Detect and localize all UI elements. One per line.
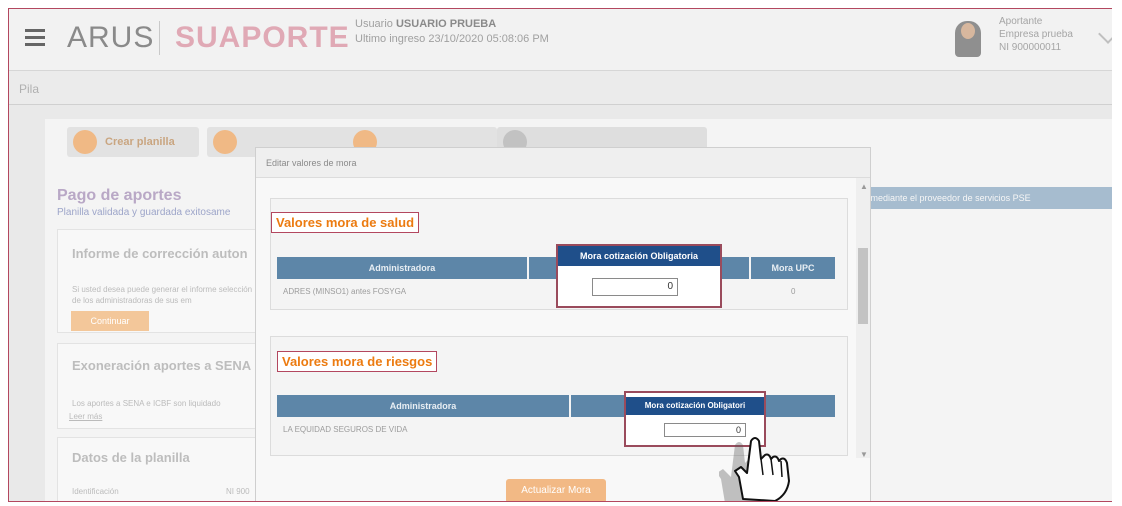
salud-section-title: Valores mora de salud [271,212,420,233]
user-label: Usuario [355,18,393,30]
step-2-number-icon [213,130,237,154]
modal-header: Editar valores de mora [256,148,870,178]
user-info: Usuario USUARIO PRUEBA Ultimo ingreso 23… [355,17,549,47]
page-subtitle: Planilla validada y guardada exitosame [57,207,231,218]
modal-title: Editar valores de mora [266,158,357,168]
riesgos-col-admin: Administradora [277,395,569,417]
sena-exoneration-title: Exoneración aportes a SENA [72,358,252,373]
step-1-number-icon [73,130,97,154]
scroll-down-icon[interactable]: ▼ [860,450,868,459]
salud-row-upc: 0 [791,287,796,296]
salud-obligatoria-input[interactable]: 0 [592,278,678,296]
logo-divider [159,21,160,55]
step-1[interactable]: Crear planilla [67,127,199,157]
app-header: ARUS SUAPORTE Usuario USUARIO PRUEBA Ult… [9,9,1119,71]
aportante-label: Aportante [999,16,1043,27]
correction-report-title: Informe de corrección auton [72,246,248,261]
avatar[interactable] [955,21,981,57]
salud-col-obligatoria: Mora cotización Obligatoria [558,246,720,266]
aportante-info: Aportante Empresa prueba NI 900000011 [999,15,1073,54]
planilla-data-title: Datos de la planilla [72,450,190,465]
planilla-id-label: Identificación [72,487,119,496]
company-name: Empresa prueba [999,29,1073,40]
suaporte-logo: SUAPORTE [175,21,350,54]
riesgos-row-admin: LA EQUIDAD SEGUROS DE VIDA [283,425,408,434]
breadcrumb-pila[interactable]: Pila [19,82,39,96]
last-login: Ultimo ingreso 23/10/2020 05:08:06 PM [355,33,549,45]
read-more-link[interactable]: Leer más [69,412,102,421]
company-nit: NI 900000011 [999,42,1062,53]
riesgos-col-obligatoria: Mora cotización Obligatori [626,397,764,415]
arus-logo: ARUS [67,21,155,54]
menu-icon[interactable] [25,29,45,46]
user-name: USUARIO PRUEBA [395,18,497,30]
salud-col-admin: Administradora [277,257,527,279]
step-1-label: Crear planilla [105,136,175,148]
breadcrumb: Pila [9,71,1119,105]
modal-scrollbar-thumb[interactable] [858,248,868,324]
riesgos-section-title: Valores mora de riesgos [277,351,438,372]
correction-report-text: Si usted desea puede generar el informe … [72,285,253,305]
sena-exoneration-text: Los aportes a SENA e ICBF son liquidado [72,399,221,408]
salud-obligatoria-highlight: Mora cotización Obligatoria 0 [556,244,722,308]
pse-payment-bar[interactable]: o mediante el proveedor de servicios PSE [855,187,1119,209]
salud-row-admin: ADRES (MINSO1) antes FOSYGA [283,287,407,296]
scroll-up-icon[interactable]: ▲ [860,182,868,191]
app-frame: ARUS SUAPORTE Usuario USUARIO PRUEBA Ult… [8,8,1120,502]
page-title: Pago de aportes [57,187,182,204]
planilla-data-box: Datos de la planilla Identificación NI 9… [57,437,267,501]
continue-button[interactable]: Continuar [71,311,149,331]
update-mora-button[interactable]: Actualizar Mora [506,479,606,501]
right-margin [1112,0,1122,506]
hand-cursor-icon [719,437,790,501]
planilla-id-value: NI 900 [226,487,250,496]
salud-col-upc: Mora UPC [751,257,835,279]
